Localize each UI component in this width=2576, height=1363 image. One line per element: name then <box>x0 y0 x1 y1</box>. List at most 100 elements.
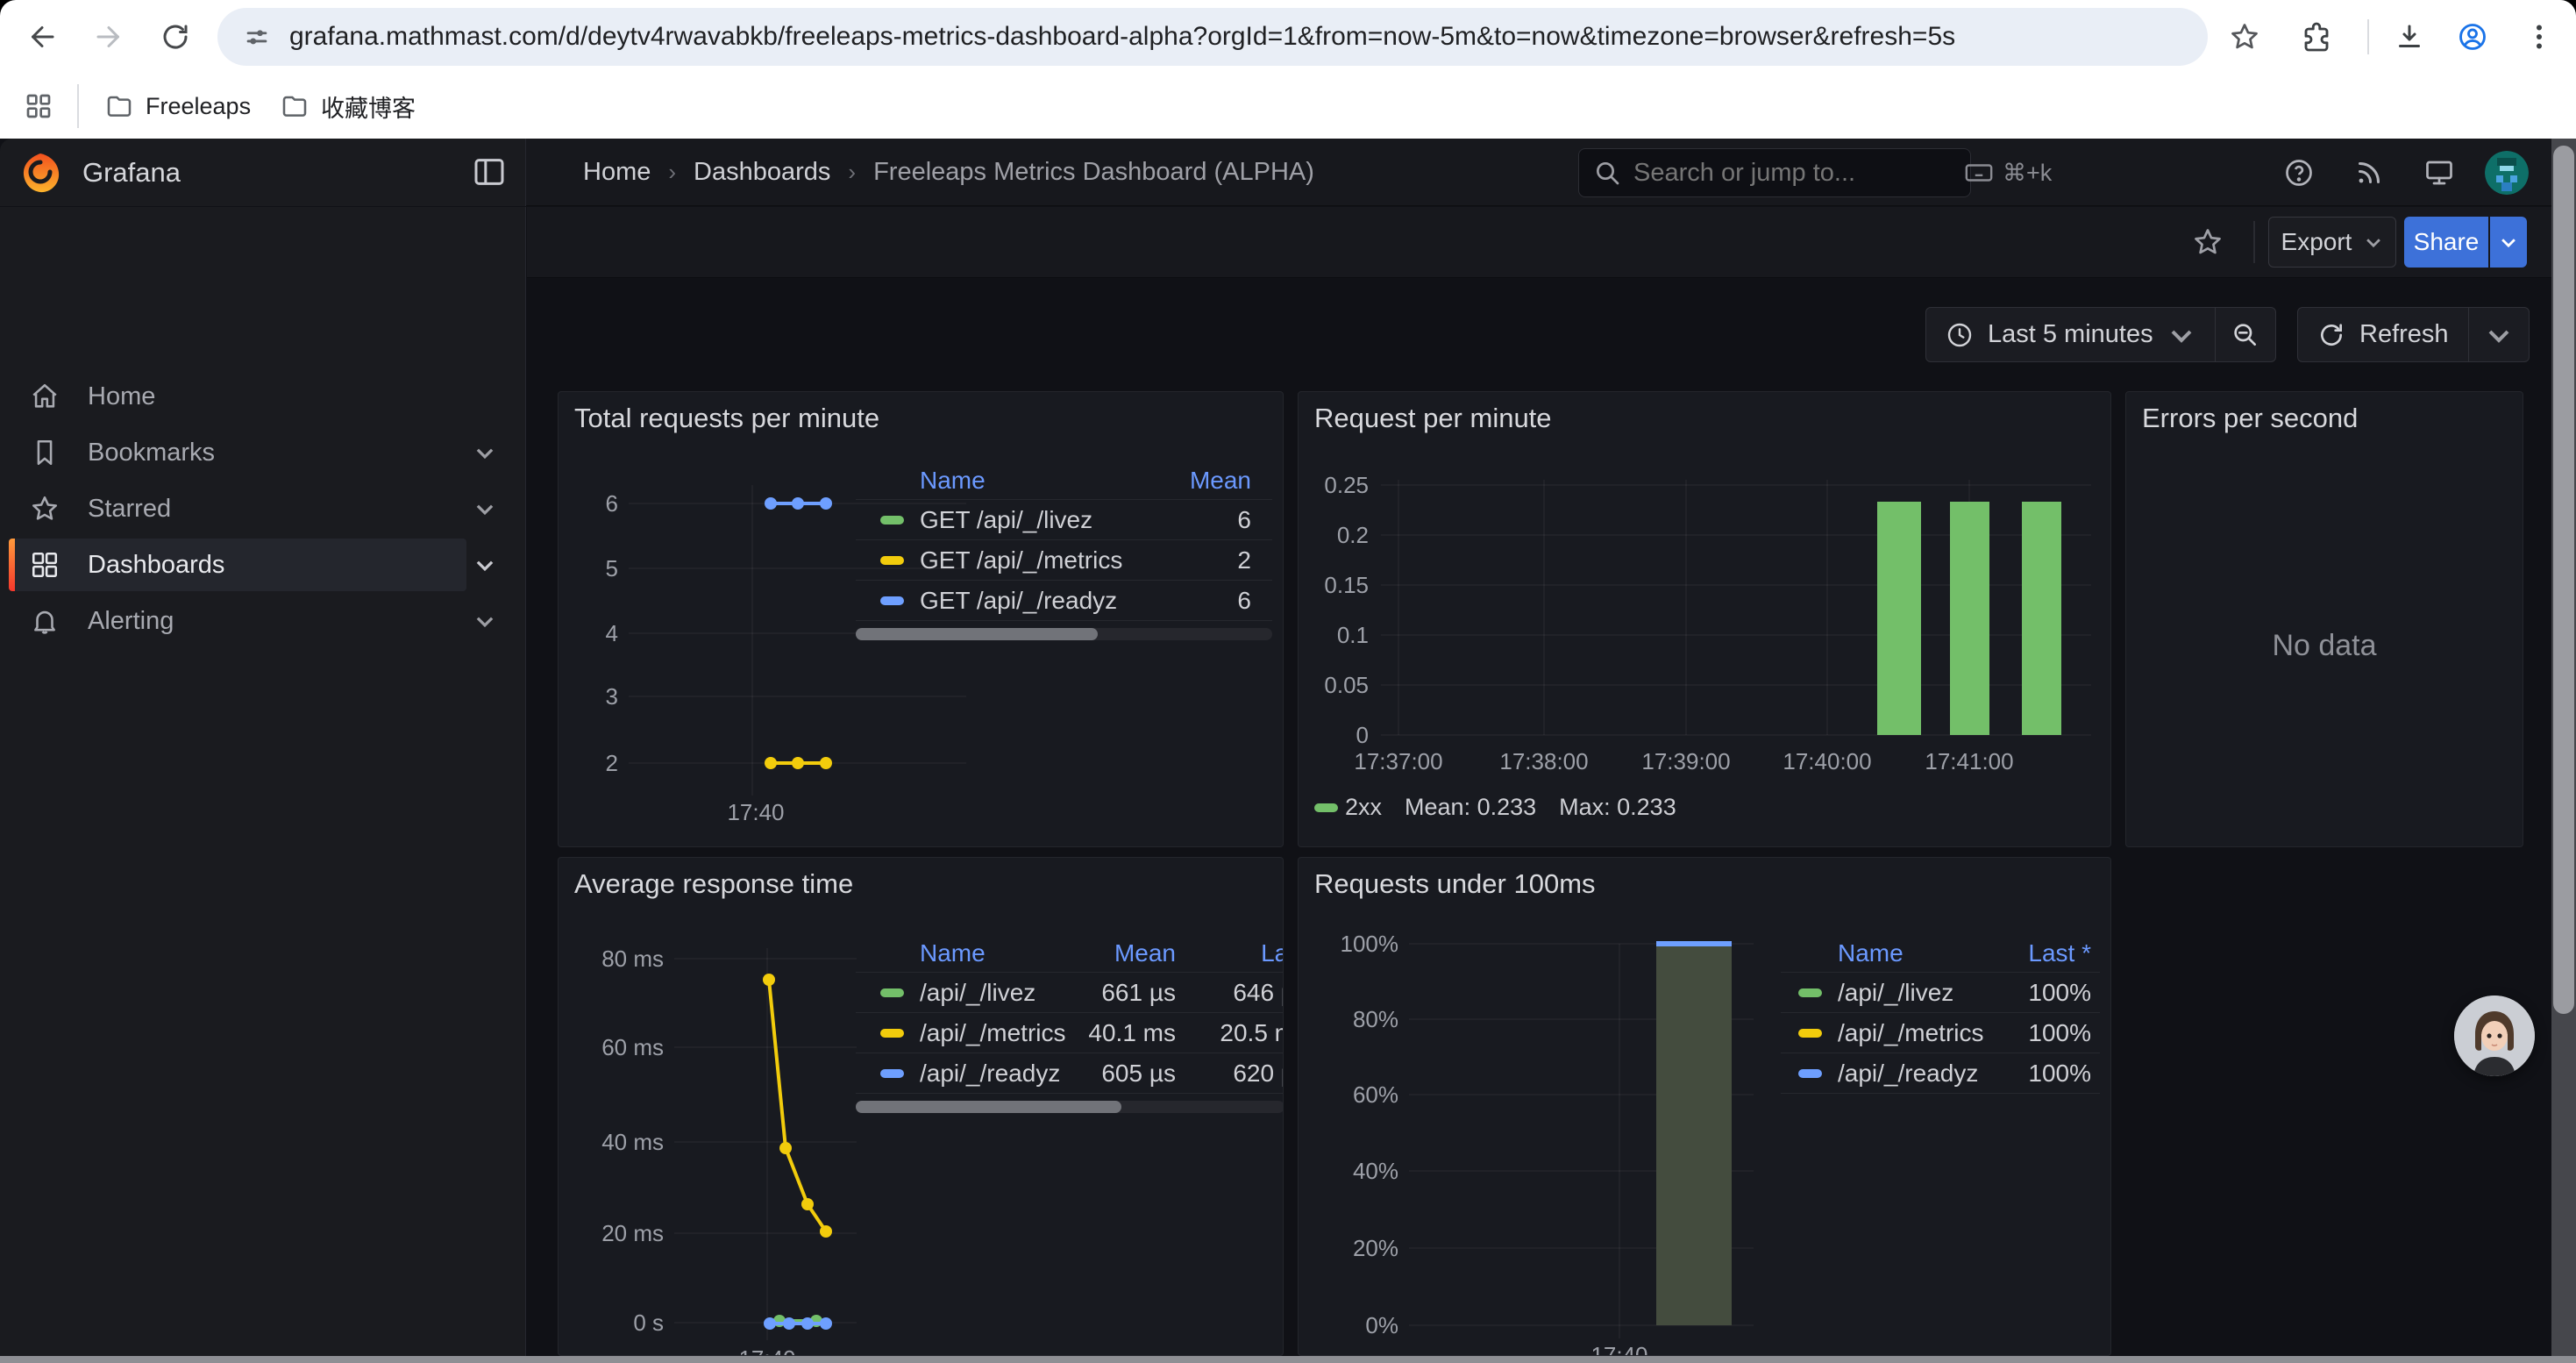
share-button[interactable]: Share <box>2404 217 2488 268</box>
legend-row: /api/_/readyz 605 µs 620 µs <box>856 1053 1284 1093</box>
series-color-pill[interactable] <box>880 596 904 605</box>
panel-title[interactable]: Request per minute <box>1314 403 1552 434</box>
search-shortcut: ⌘+k <box>1964 158 2052 188</box>
series-color-pill[interactable] <box>1798 1029 1822 1038</box>
apps-button[interactable] <box>12 84 65 128</box>
grafana-logo[interactable] <box>19 152 61 194</box>
search-box[interactable]: ⌘+k <box>1578 148 1971 197</box>
sidebar-item-label: Alerting <box>88 607 174 636</box>
series-name[interactable]: /api/_/livez <box>1838 979 1953 1007</box>
series-color-pill[interactable] <box>880 1069 904 1078</box>
bookmark-folder-blogs[interactable]: 收藏博客 <box>268 84 428 128</box>
breadcrumb-home[interactable]: Home <box>583 158 651 187</box>
breadcrumb-dashboards[interactable]: Dashboards <box>694 158 830 187</box>
chevron-down-icon[interactable] <box>473 441 496 464</box>
back-button[interactable] <box>18 12 67 61</box>
legend-header-name[interactable]: Name <box>856 939 1088 967</box>
panel-title[interactable]: Average response time <box>574 868 853 900</box>
legend-header-name[interactable]: Name <box>1781 939 2003 967</box>
legend-series-2xx[interactable]: 2xx <box>1314 794 1382 821</box>
svg-text:2: 2 <box>606 750 618 776</box>
series-color-pill[interactable] <box>880 1029 904 1038</box>
horizontal-scrollbar[interactable] <box>0 1356 2576 1363</box>
profile-button[interactable] <box>2448 12 2497 61</box>
extensions-button[interactable] <box>2292 12 2341 61</box>
legend-row: /api/_/readyz 100% <box>1781 1053 2100 1093</box>
refresh-picker: Refresh <box>2297 307 2530 362</box>
reload-button[interactable] <box>151 12 200 61</box>
legend-table: Name Mean GET /api/_/livez 6 GET /api/_/… <box>856 462 1272 640</box>
downloads-button[interactable] <box>2385 12 2434 61</box>
news-button[interactable] <box>2348 152 2390 194</box>
series-color-pill[interactable] <box>1798 988 1822 997</box>
site-info-icon[interactable] <box>242 22 272 52</box>
sidebar-item-home[interactable]: Home <box>0 370 526 423</box>
browser-menu-button[interactable] <box>2515 12 2564 61</box>
series-color-pill[interactable] <box>880 988 904 997</box>
svg-text:40 ms: 40 ms <box>601 1129 664 1155</box>
series-name[interactable]: /api/_/readyz <box>1838 1060 1978 1088</box>
series-name[interactable]: /api/_/metrics <box>920 1019 1066 1047</box>
series-name[interactable]: GET /api/_/livez <box>920 506 1092 534</box>
legend-scrollbar[interactable] <box>856 1101 1284 1113</box>
series-last: 100% <box>2003 1060 2100 1088</box>
time-range-button[interactable]: Last 5 minutes <box>1926 308 2215 361</box>
favorite-dashboard-button[interactable] <box>2183 218 2232 267</box>
chevron-down-icon[interactable] <box>473 610 496 632</box>
legend-table: Name Last * /api/_/livez 100% /api/_/met… <box>1781 935 2100 1094</box>
panel-title[interactable]: Errors per second <box>2142 403 2358 434</box>
series-color-pill <box>1314 803 1338 812</box>
series-color-pill[interactable] <box>880 556 904 565</box>
display-button[interactable] <box>2418 152 2460 194</box>
bookmark-star-button[interactable] <box>2220 12 2269 61</box>
vertical-scrollbar-thumb[interactable] <box>2553 146 2574 1014</box>
search-input[interactable] <box>1633 159 1964 188</box>
svg-text:100%: 100% <box>1341 935 1399 957</box>
panel-title[interactable]: Requests under 100ms <box>1314 868 1596 900</box>
panel-request-per-minute: Request per minute 0.25 0.2 0.15 0.1 0.0… <box>1298 391 2111 847</box>
sidebar-item-dashboards[interactable]: Dashboards <box>0 539 526 591</box>
series-color-pill[interactable] <box>1798 1069 1822 1078</box>
request-per-minute-chart[interactable]: 0.25 0.2 0.15 0.1 0.05 0 17:37:00 17:38:… <box>1311 471 2100 787</box>
back-icon <box>26 21 58 53</box>
bookmark-folder-freeleaps[interactable]: Freeleaps <box>93 84 263 128</box>
legend-scrollbar[interactable] <box>856 628 1272 640</box>
refresh-button[interactable]: Refresh <box>2298 308 2468 361</box>
sidebar-item-bookmarks[interactable]: Bookmarks <box>0 426 526 479</box>
chevron-down-icon[interactable] <box>473 553 496 576</box>
share-menu-button[interactable] <box>2490 217 2527 268</box>
svg-text:17:40: 17:40 <box>727 799 784 825</box>
brand-title: Grafana <box>82 139 181 206</box>
legend-header-mean[interactable]: Mean <box>1185 467 1272 495</box>
url-input[interactable] <box>289 22 1955 52</box>
series-color-pill[interactable] <box>880 516 904 525</box>
sidebar-item-starred[interactable]: Starred <box>0 482 526 535</box>
series-name[interactable]: /api/_/metrics <box>1838 1019 1984 1047</box>
forward-button[interactable] <box>84 12 133 61</box>
series-name[interactable]: GET /api/_/readyz <box>920 587 1117 615</box>
sidebar-toggle-button[interactable] <box>472 154 507 189</box>
sidebar-item-alerting[interactable]: Alerting <box>0 595 526 647</box>
zoom-out-button[interactable] <box>2215 308 2275 361</box>
sidebar-nav: Home Bookmarks Starred Dashboards A <box>0 207 526 1356</box>
url-bar[interactable] <box>217 8 2208 66</box>
help-button[interactable] <box>2278 152 2320 194</box>
user-avatar[interactable] <box>2485 151 2529 195</box>
kebab-menu-icon <box>2523 21 2555 53</box>
series-name[interactable]: /api/_/readyz <box>920 1060 1060 1088</box>
floating-assistant-avatar[interactable] <box>2454 995 2535 1076</box>
legend-header-last[interactable]: Last * <box>2003 939 2100 967</box>
breadcrumb-current: Freeleaps Metrics Dashboard (ALPHA) <box>873 158 1314 187</box>
panel-title[interactable]: Total requests per minute <box>574 403 879 434</box>
reload-icon <box>160 21 191 53</box>
series-mean: 6 <box>1185 506 1272 534</box>
series-name[interactable]: /api/_/livez <box>920 979 1035 1007</box>
legend-header-name[interactable]: Name <box>856 467 1185 495</box>
export-button[interactable]: Export <box>2268 217 2396 268</box>
legend-header-mean[interactable]: Mean <box>1088 939 1176 967</box>
legend-header-last[interactable]: Last <box>1176 939 1284 967</box>
chevron-down-icon[interactable] <box>473 497 496 520</box>
series-name[interactable]: GET /api/_/metrics <box>920 546 1122 574</box>
refresh-interval-button[interactable] <box>2468 308 2529 361</box>
legend-row: GET /api/_/readyz 6 <box>856 580 1272 620</box>
